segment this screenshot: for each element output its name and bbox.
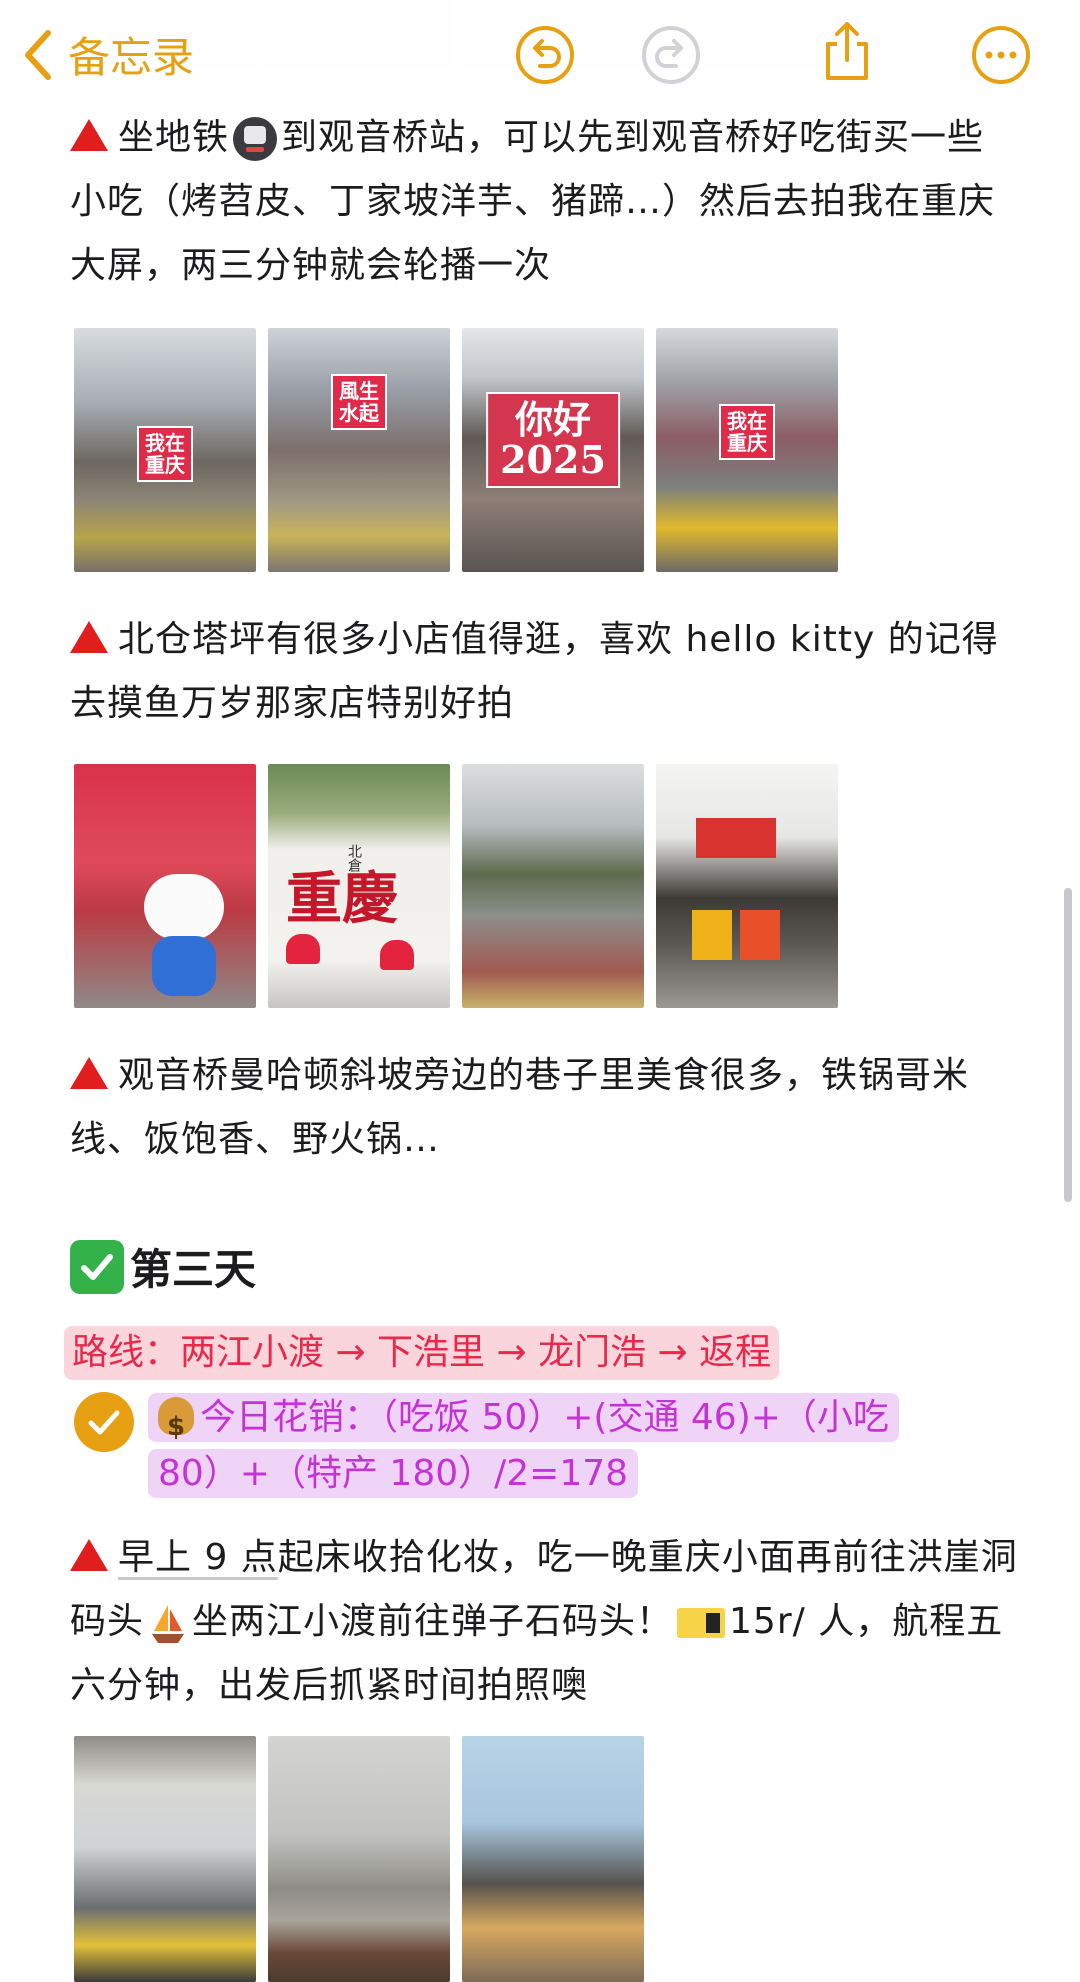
undo-icon bbox=[516, 26, 574, 84]
photo-chongqing-wall[interactable]: 重慶 北倉 bbox=[268, 764, 450, 1008]
day-three-heading: 第三天 bbox=[70, 1236, 256, 1297]
hello-kitty-figure bbox=[144, 874, 224, 940]
wall-small-text: 北倉 bbox=[346, 844, 362, 872]
billboard-sign: 我在 重庆 bbox=[719, 404, 775, 460]
red-triangle-icon bbox=[70, 1057, 108, 1089]
more-button[interactable] bbox=[970, 24, 1032, 86]
red-triangle-icon bbox=[70, 621, 108, 653]
shop-sign bbox=[696, 818, 776, 858]
daily-cost-item: 今日花销：（吃饭 50）+(交通 46)+（小吃 80）+（特产 180）/2=… bbox=[148, 1390, 1010, 1502]
metro-icon bbox=[233, 117, 278, 161]
share-icon bbox=[826, 22, 868, 80]
photo-street-shops[interactable] bbox=[462, 764, 644, 1008]
paragraph-subway: 坐地铁 到观音桥站，可以先到观音桥好吃街买一些小吃（烤苕皮、丁家坡洋芋、猪蹄…）然… bbox=[70, 117, 996, 286]
route-highlight: 路线：两江小渡 → 下浩里 → 龙门浩 → 返程 bbox=[64, 1326, 780, 1380]
photo-skyline-boat[interactable] bbox=[462, 1736, 644, 1982]
ellipsis-icon bbox=[972, 26, 1030, 84]
photo-billboard[interactable]: 你好 2025 bbox=[462, 328, 644, 572]
sailboat-icon bbox=[148, 1601, 188, 1645]
navigation-bar: 备忘录 bbox=[0, 0, 1080, 110]
photo-street[interactable]: 我在 重庆 bbox=[74, 328, 256, 572]
photo-row bbox=[74, 1736, 644, 1982]
back-button[interactable]: 备忘录 bbox=[18, 24, 194, 85]
billboard-sign: 我在 重庆 bbox=[137, 426, 193, 482]
red-triangle-icon bbox=[70, 119, 108, 151]
photo-street[interactable]: 我在 重庆 bbox=[656, 328, 838, 572]
redo-icon bbox=[642, 26, 700, 84]
billboard-sign: 你好 2025 bbox=[486, 392, 620, 488]
wall-calligraphy: 重慶 bbox=[286, 866, 398, 932]
photo-row: 我在 重庆 風生 水起 你好 2025 我在 重庆 bbox=[74, 328, 838, 572]
red-triangle-icon bbox=[70, 1539, 108, 1571]
heart-balloon bbox=[380, 940, 414, 970]
photo-hello-kitty[interactable] bbox=[74, 764, 256, 1008]
caution-sign bbox=[692, 910, 732, 960]
checkmark-icon bbox=[88, 1410, 120, 1435]
photo-ferry-terminal[interactable] bbox=[74, 1736, 256, 1982]
heart-balloon bbox=[286, 934, 320, 964]
money-bag-icon bbox=[158, 1397, 194, 1455]
billboard-sign: 風生 水起 bbox=[331, 374, 387, 430]
photo-river-bridge[interactable] bbox=[268, 1736, 450, 1982]
scrollbar[interactable] bbox=[1064, 888, 1072, 1202]
ticket-icon bbox=[677, 1608, 726, 1638]
day-three-title: 第三天 bbox=[130, 1245, 257, 1294]
back-label: 备忘录 bbox=[68, 33, 195, 82]
redo-button[interactable] bbox=[640, 24, 702, 86]
photo-street[interactable]: 風生 水起 bbox=[268, 328, 450, 572]
photo-shop-entrance[interactable] bbox=[656, 764, 838, 1008]
chevron-left-icon bbox=[25, 29, 51, 80]
checklist-checkbox[interactable] bbox=[74, 1392, 134, 1452]
hello-kitty-body bbox=[152, 936, 216, 996]
check-mark-icon bbox=[70, 1239, 124, 1294]
paragraph-food-alley: 观音桥曼哈顿斜坡旁边的巷子里美食很多，铁锅哥米线、饭饱香、野火锅… bbox=[70, 1055, 970, 1160]
undo-button[interactable] bbox=[514, 24, 576, 86]
paragraph-ferry: 早上 9 点起床收拾化妆，吃一晚重庆小面再前往洪崖洞码头 坐两江小渡前往弹子石码头… bbox=[70, 1537, 1018, 1706]
paragraph-beicang: 北仓塔坪有很多小店值得逛，喜欢 hello kitty 的记得去摸鱼万岁那家店特… bbox=[70, 619, 999, 724]
share-button[interactable] bbox=[816, 20, 878, 82]
caution-sign bbox=[740, 910, 780, 960]
photo-row: 重慶 北倉 bbox=[74, 764, 838, 1008]
daily-cost-text: 今日花销：（吃饭 50）+(交通 46)+（小吃 80）+（特产 180）/2=… bbox=[158, 1397, 889, 1494]
